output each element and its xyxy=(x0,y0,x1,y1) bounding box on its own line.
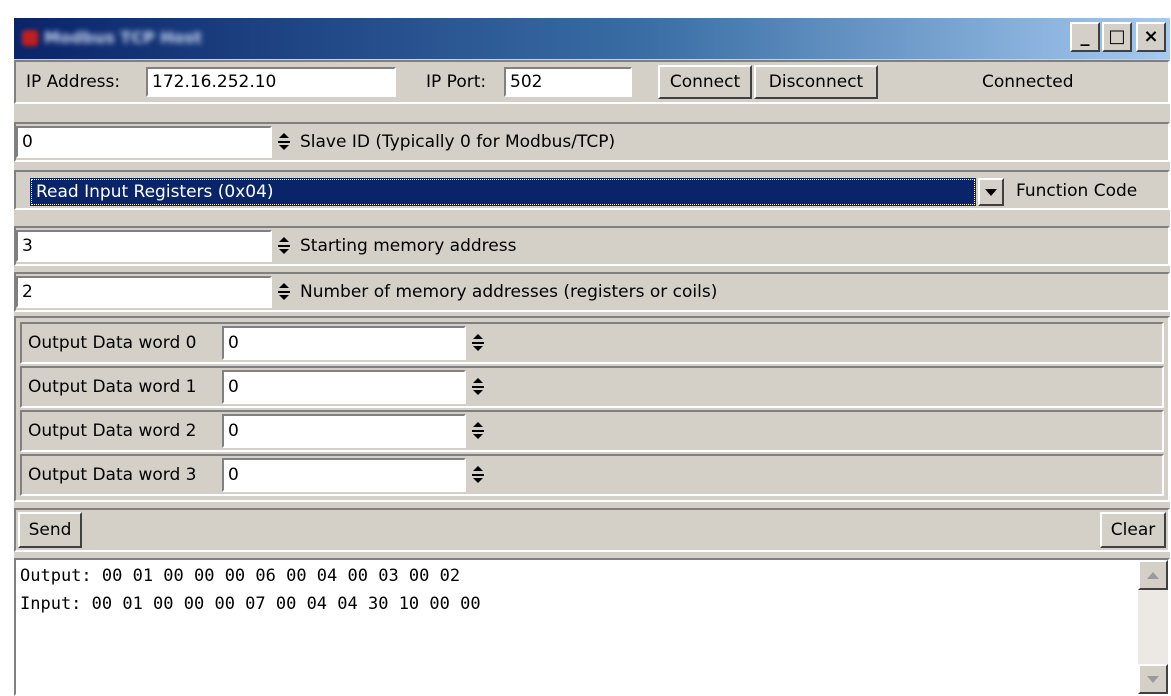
app-icon xyxy=(22,30,38,46)
slave-id-label: Slave ID (Typically 0 for Modbus/TCP) xyxy=(300,132,616,152)
output-word-row: Output Data word 1 0 xyxy=(20,366,1164,408)
dropdown-arrow-icon[interactable] xyxy=(978,178,1004,206)
ip-port-label: IP Port: xyxy=(426,72,487,92)
spinner-icon[interactable] xyxy=(276,129,292,155)
log-scrollbar[interactable] xyxy=(1138,560,1168,694)
spinner-icon[interactable] xyxy=(276,279,292,305)
slave-id-panel: 0 Slave ID (Typically 0 for Modbus/TCP) xyxy=(14,122,1170,162)
output-word-label: Output Data word 3 xyxy=(28,465,197,485)
output-word-label: Output Data word 2 xyxy=(28,421,197,441)
function-code-select[interactable]: Read Input Registers (0x04) xyxy=(30,178,976,206)
start-address-panel: 3 Starting memory address xyxy=(14,226,1170,266)
count-input[interactable]: 2 xyxy=(16,276,272,308)
log-output-line: Output: 00 01 00 00 00 06 00 04 00 03 00… xyxy=(20,566,461,586)
count-panel: 2 Number of memory addresses (registers … xyxy=(14,272,1170,312)
connection-panel: IP Address: 172.16.252.10 IP Port: 502 C… xyxy=(14,60,1170,104)
slave-id-input[interactable]: 0 xyxy=(16,126,272,158)
spinner-icon[interactable] xyxy=(276,233,292,259)
send-button[interactable]: Send xyxy=(18,512,82,548)
spinner-icon[interactable] xyxy=(470,330,486,356)
minimize-icon[interactable]: _ xyxy=(1070,22,1100,52)
start-address-label: Starting memory address xyxy=(300,236,517,256)
output-word-row: Output Data word 0 0 xyxy=(20,322,1164,364)
function-code-label: Function Code xyxy=(1016,181,1138,201)
ip-port-input[interactable]: 502 xyxy=(504,67,632,97)
connection-status: Connected xyxy=(982,72,1074,92)
title-bar[interactable]: Modbus TCP Host _ □ × xyxy=(14,18,1170,59)
maximize-icon[interactable]: □ xyxy=(1102,22,1132,52)
start-address-input[interactable]: 3 xyxy=(16,230,272,262)
output-word-input[interactable]: 0 xyxy=(222,326,466,360)
clear-button[interactable]: Clear xyxy=(1100,512,1166,548)
output-words-panel: Output Data word 0 0 Output Data word 1 … xyxy=(14,316,1170,502)
spinner-icon[interactable] xyxy=(470,462,486,488)
ip-address-label: IP Address: xyxy=(26,72,121,92)
app-window: Modbus TCP Host _ □ × IP Address: 172.16… xyxy=(14,18,1170,696)
action-panel: Send Clear xyxy=(14,508,1170,552)
spinner-icon[interactable] xyxy=(470,374,486,400)
connect-button[interactable]: Connect xyxy=(658,65,752,99)
scroll-up-icon[interactable] xyxy=(1138,560,1168,590)
spinner-icon[interactable] xyxy=(470,418,486,444)
output-word-label: Output Data word 1 xyxy=(28,377,197,397)
output-word-row: Output Data word 3 0 xyxy=(20,454,1164,496)
output-word-row: Output Data word 2 0 xyxy=(20,410,1164,452)
log-input-line: Input: 00 01 00 00 00 07 00 04 04 30 10 … xyxy=(20,594,481,614)
output-word-label: Output Data word 0 xyxy=(28,333,197,353)
output-word-input[interactable]: 0 xyxy=(222,370,466,404)
count-label: Number of memory addresses (registers or… xyxy=(300,282,718,302)
window-title: Modbus TCP Host xyxy=(44,28,202,47)
disconnect-button[interactable]: Disconnect xyxy=(754,65,878,99)
output-word-input[interactable]: 0 xyxy=(222,414,466,448)
close-icon[interactable]: × xyxy=(1136,22,1166,52)
ip-address-input[interactable]: 172.16.252.10 xyxy=(146,67,396,97)
function-code-panel: Read Input Registers (0x04) Function Cod… xyxy=(14,170,1170,210)
scroll-down-icon[interactable] xyxy=(1138,664,1168,694)
output-word-input[interactable]: 0 xyxy=(222,458,466,492)
log-area[interactable]: Output: 00 01 00 00 00 06 00 04 00 03 00… xyxy=(14,558,1170,696)
